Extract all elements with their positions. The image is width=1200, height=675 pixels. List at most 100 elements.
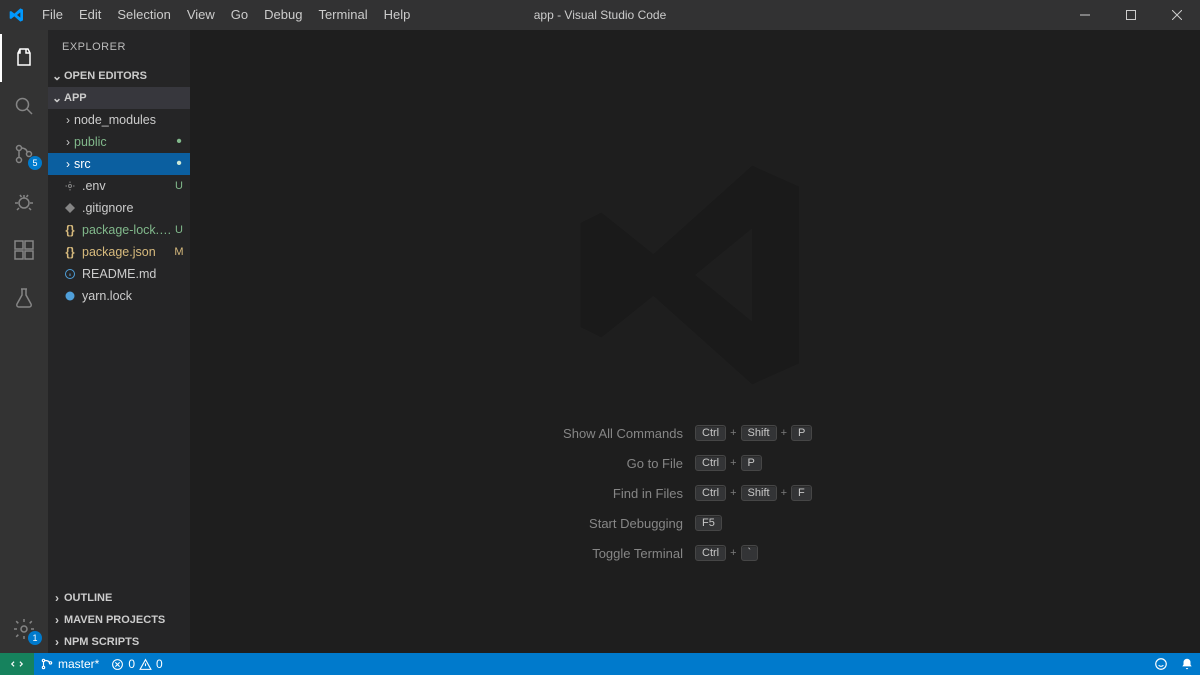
key: P	[741, 455, 762, 471]
status-problems[interactable]: 0 0	[105, 653, 168, 675]
editor-area: Show All Commands Ctrl+ Shift+ P Go to F…	[190, 30, 1200, 653]
key: Ctrl	[695, 455, 726, 471]
section-open-editors[interactable]: ⌄ OPEN EDITORS	[48, 65, 190, 87]
chevron-right-icon: ›	[62, 157, 74, 171]
section-label: APP	[64, 92, 87, 104]
cmd-show-all: Show All Commands Ctrl+ Shift+ P	[190, 425, 1200, 441]
section-maven[interactable]: › MAVEN PROJECTS	[48, 609, 190, 631]
chevron-down-icon: ⌄	[50, 91, 64, 105]
close-button[interactable]	[1154, 0, 1200, 30]
cmd-label: Find in Files	[365, 486, 695, 501]
file-package-lock[interactable]: {} package-lock.json U	[48, 219, 190, 241]
status-notifications[interactable]	[1174, 653, 1200, 675]
tree-label: README.md	[82, 267, 190, 281]
tree-label: yarn.lock	[82, 289, 190, 303]
error-count: 0	[128, 657, 135, 671]
maximize-button[interactable]	[1108, 0, 1154, 30]
section-outline[interactable]: › OUTLINE	[48, 587, 190, 609]
activity-explorer[interactable]	[0, 34, 48, 82]
json-icon: {}	[62, 222, 78, 238]
activity-settings[interactable]: 1	[0, 605, 48, 653]
menu-file[interactable]: File	[34, 0, 71, 30]
file-gitignore[interactable]: .gitignore	[48, 197, 190, 219]
section-label: OPEN EDITORS	[64, 70, 147, 82]
file-tree: › node_modules › public • › src • .env U…	[48, 109, 190, 307]
tree-label: .gitignore	[82, 201, 190, 215]
activity-scm[interactable]: 5	[0, 130, 48, 178]
git-status-untracked: U	[172, 180, 186, 192]
welcome-commands: Show All Commands Ctrl+ Shift+ P Go to F…	[190, 425, 1200, 561]
remote-indicator[interactable]	[0, 653, 34, 675]
file-readme[interactable]: README.md	[48, 263, 190, 285]
tree-label: package.json	[82, 245, 172, 259]
menu-debug[interactable]: Debug	[256, 0, 310, 30]
key: `	[741, 545, 759, 561]
titlebar: File Edit Selection View Go Debug Termin…	[0, 0, 1200, 30]
menu-edit[interactable]: Edit	[71, 0, 109, 30]
folder-src[interactable]: › src •	[48, 153, 190, 175]
file-env[interactable]: .env U	[48, 175, 190, 197]
folder-public[interactable]: › public •	[48, 131, 190, 153]
window-controls	[1062, 0, 1200, 30]
key: P	[791, 425, 812, 441]
activity-extensions[interactable]	[0, 226, 48, 274]
section-label: NPM SCRIPTS	[64, 636, 139, 648]
chevron-right-icon: ›	[50, 591, 64, 605]
key: Shift	[741, 425, 777, 441]
scm-badge: 5	[28, 156, 42, 170]
menu-view[interactable]: View	[179, 0, 223, 30]
cmd-keys: Ctrl+ Shift+ F	[695, 485, 1025, 501]
section-label: MAVEN PROJECTS	[64, 614, 165, 626]
sidebar: EXPLORER ⌄ OPEN EDITORS ⌄ APP › node_mod…	[48, 30, 190, 653]
branch-name: master*	[58, 657, 99, 671]
status-feedback[interactable]	[1148, 653, 1174, 675]
chevron-right-icon: ›	[62, 113, 74, 127]
cmd-keys: Ctrl+ P	[695, 455, 1025, 471]
menu-go[interactable]: Go	[223, 0, 256, 30]
activity-debug[interactable]	[0, 178, 48, 226]
json-icon: {}	[62, 244, 78, 260]
warning-count: 0	[156, 657, 163, 671]
cmd-debug: Start Debugging F5	[190, 515, 1200, 531]
statusbar: master* 0 0	[0, 653, 1200, 675]
chevron-down-icon: ⌄	[50, 69, 64, 83]
cmd-label: Start Debugging	[365, 516, 695, 531]
key: F	[791, 485, 812, 501]
activity-search[interactable]	[0, 82, 48, 130]
key: Ctrl	[695, 485, 726, 501]
info-icon	[62, 266, 78, 282]
cmd-terminal: Toggle Terminal Ctrl+ `	[190, 545, 1200, 561]
file-yarn-lock[interactable]: yarn.lock	[48, 285, 190, 307]
status-branch[interactable]: master*	[34, 653, 105, 675]
file-package-json[interactable]: {} package.json M	[48, 241, 190, 263]
tree-label: public	[74, 135, 172, 149]
section-app[interactable]: ⌄ APP	[48, 87, 190, 109]
tree-label: .env	[82, 179, 172, 193]
git-modified-dot: •	[172, 160, 186, 168]
git-status-untracked: U	[172, 224, 186, 236]
file-icon	[62, 200, 78, 216]
section-npm[interactable]: › NPM SCRIPTS	[48, 631, 190, 653]
menu-selection[interactable]: Selection	[109, 0, 178, 30]
key: Shift	[741, 485, 777, 501]
menubar: File Edit Selection View Go Debug Termin…	[34, 0, 418, 30]
activity-testing[interactable]	[0, 274, 48, 322]
section-label: OUTLINE	[64, 592, 112, 604]
vscode-logo-icon	[0, 7, 34, 23]
folder-node-modules[interactable]: › node_modules	[48, 109, 190, 131]
vscode-watermark-icon	[565, 145, 825, 408]
cmd-goto-file: Go to File Ctrl+ P	[190, 455, 1200, 471]
cmd-keys: Ctrl+ Shift+ P	[695, 425, 1025, 441]
menu-help[interactable]: Help	[376, 0, 419, 30]
yarn-icon	[62, 288, 78, 304]
main: 5 1 EXPLORER ⌄ OPEN EDITORS ⌄	[0, 30, 1200, 653]
cmd-label: Show All Commands	[365, 426, 695, 441]
menu-terminal[interactable]: Terminal	[310, 0, 375, 30]
cmd-label: Go to File	[365, 456, 695, 471]
minimize-button[interactable]	[1062, 0, 1108, 30]
git-modified-dot: •	[172, 138, 186, 146]
key: Ctrl	[695, 545, 726, 561]
cmd-find-files: Find in Files Ctrl+ Shift+ F	[190, 485, 1200, 501]
cmd-label: Toggle Terminal	[365, 546, 695, 561]
cmd-keys: F5	[695, 515, 1025, 531]
